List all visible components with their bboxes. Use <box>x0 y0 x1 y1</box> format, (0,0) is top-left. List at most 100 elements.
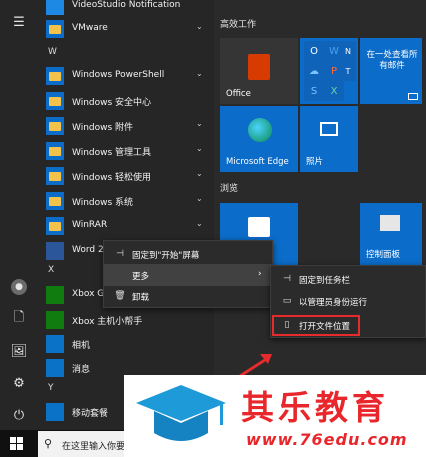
folder-tile-icon <box>46 142 64 160</box>
app-list-label: Xbox G <box>72 289 105 299</box>
folder-tile-icon <box>46 192 64 210</box>
app-list-label: Windows 系统 <box>72 198 134 208</box>
settings-gear-icon[interactable]: ⚙ <box>9 373 29 393</box>
teams-mini-icon: T <box>340 61 356 81</box>
control-panel-tile[interactable]: 控制面板 <box>360 203 422 265</box>
trash-icon: 🗑 <box>114 291 126 301</box>
photos-tile[interactable]: 照片 <box>300 106 358 172</box>
word-icon <box>46 242 64 260</box>
watermark-banner: 其乐教育 www.76edu.com <box>124 375 426 457</box>
pin-to-start-label: 固定到"开始"屏幕 <box>132 251 200 261</box>
pin-taskbar-icon: ⊣ <box>283 274 291 284</box>
app-list-label: WinRAR <box>72 220 108 230</box>
excel-mini-icon: X <box>324 81 344 101</box>
pictures-icon[interactable]: 🖼 <box>9 341 29 361</box>
power-icon[interactable]: ⏻ <box>9 405 29 425</box>
documents-icon[interactable]: 🗋 <box>9 309 29 329</box>
screen: ☰ ● 🗋 🖼 ⚙ ⏻ VideoStudio Notification VMwa… <box>0 0 426 457</box>
chevron-right-icon: › <box>258 269 262 279</box>
mail-promo-tile[interactable]: 在一处查看所有邮件 <box>360 38 422 104</box>
chevron-down-icon[interactable]: ⌄ <box>196 119 203 128</box>
chevron-down-icon[interactable]: ⌄ <box>196 219 203 228</box>
mail-envelope-icon <box>408 93 418 100</box>
edge-tile[interactable]: Microsoft Edge <box>220 106 298 172</box>
chevron-down-icon[interactable]: ⌄ <box>196 22 203 31</box>
app-list-label: Word 2 <box>72 245 104 255</box>
camera-icon <box>46 335 64 353</box>
section-letter[interactable]: X <box>48 265 54 275</box>
pin-icon: ⊣ <box>116 249 124 259</box>
more-item[interactable]: 更多 › <box>104 264 272 286</box>
onenote-mini-icon: N <box>340 41 356 61</box>
app-list-label: Windows 管理工具 <box>72 148 152 158</box>
app-list-label: VMware <box>72 23 108 33</box>
hamburger-menu-icon[interactable]: ☰ <box>9 12 29 32</box>
folder-icon <box>49 71 61 81</box>
app-list-folder[interactable]: Windows 系统 ⌄ <box>38 189 214 213</box>
app-list-folder[interactable]: Windows 附件 ⌄ <box>38 114 214 138</box>
folder-tile-icon <box>46 167 64 185</box>
app-list-folder[interactable]: Windows PowerShell ⌄ <box>38 64 214 88</box>
folder-icon <box>49 196 61 206</box>
shield-admin-icon: ▭ <box>282 296 292 306</box>
app-list-item[interactable]: VideoStudio Notification <box>38 0 214 18</box>
edge-tile-label: Microsoft Edge <box>226 157 289 167</box>
folder-tile-icon <box>46 117 64 135</box>
app-list: VideoStudio Notification VMware ⌄ W Windows … <box>38 0 214 430</box>
xbox-icon <box>46 286 64 304</box>
app-context-menu: ⊣ 固定到"开始"屏幕 更多 › 🗑 卸载 <box>103 240 273 308</box>
folder-icon <box>49 171 61 181</box>
office-tile[interactable]: Office <box>220 38 298 104</box>
search-icon: ⚲ <box>44 437 53 450</box>
app-list-folder[interactable]: Windows 安全中心 <box>38 89 214 113</box>
chevron-down-icon[interactable]: ⌄ <box>196 144 203 153</box>
group-title-productivity: 高效工作 <box>220 20 257 30</box>
pin-to-start-item[interactable]: ⊣ 固定到"开始"屏幕 <box>104 243 272 265</box>
watermark-brand: 其乐教育 <box>241 388 389 427</box>
edge-logo-icon <box>248 118 272 142</box>
app-list-label: Windows PowerShell <box>72 70 165 80</box>
chevron-down-icon[interactable]: ⌄ <box>196 169 203 178</box>
photos-icon <box>320 122 338 136</box>
app-list-label: 相机 <box>72 341 91 351</box>
section-letter[interactable]: W <box>48 47 57 57</box>
onedrive-mini-icon: ☁ <box>304 61 324 81</box>
mobile-plans-icon <box>46 403 64 421</box>
chevron-down-icon[interactable]: ⌄ <box>196 194 203 203</box>
run-as-admin-label: 以管理员身份运行 <box>299 298 368 308</box>
app-list-label: 移动套餐 <box>72 409 109 419</box>
group-title-browse: 浏览 <box>220 184 239 194</box>
windows-start-icon[interactable] <box>10 437 23 450</box>
highlight-box <box>272 315 360 336</box>
section-letter[interactable]: Y <box>48 383 54 393</box>
control-panel-icon <box>380 215 400 231</box>
office-logo-icon <box>248 54 270 80</box>
run-as-admin-item[interactable]: ▭ 以管理员身份运行 <box>271 290 425 312</box>
app-list-folder[interactable]: Windows 管理工具 ⌄ <box>38 139 214 163</box>
outlook-mini-icon: O <box>304 41 324 61</box>
pin-to-taskbar-label: 固定到任务栏 <box>299 276 351 286</box>
folder-icon <box>49 221 61 231</box>
folder-icon <box>49 121 61 131</box>
app-list-label: VideoStudio Notification <box>72 0 181 10</box>
app-list-item[interactable]: Xbox 主机小帮手 <box>38 308 214 332</box>
control-panel-label: 控制面板 <box>366 250 401 260</box>
folder-tile-icon <box>46 92 64 110</box>
app-list-folder[interactable]: VMware ⌄ <box>38 17 214 41</box>
folder-icon <box>49 96 61 106</box>
app-list-folder[interactable]: Windows 轻松使用 ⌄ <box>38 164 214 188</box>
user-avatar-icon[interactable]: ● <box>9 277 29 297</box>
app-list-label: Windows 附件 <box>72 123 134 133</box>
pin-to-taskbar-item[interactable]: ⊣ 固定到任务栏 <box>271 268 425 290</box>
photos-tile-label: 照片 <box>306 157 324 167</box>
app-list-item[interactable]: 相机 <box>38 332 214 356</box>
folder-icon <box>49 24 61 34</box>
app-list-folder[interactable]: WinRAR ⌄ <box>38 214 214 238</box>
chevron-down-icon[interactable]: ⌄ <box>196 69 203 78</box>
uninstall-item[interactable]: 🗑 卸载 <box>104 285 272 307</box>
folder-tile-icon <box>46 217 64 235</box>
apps-folder-tile[interactable]: O W ☁ P S X N T <box>300 38 358 104</box>
graduation-cap-logo-icon <box>136 385 226 441</box>
mail-promo-label: 在一处查看所有邮件 <box>366 50 418 71</box>
video-icon <box>46 0 64 15</box>
